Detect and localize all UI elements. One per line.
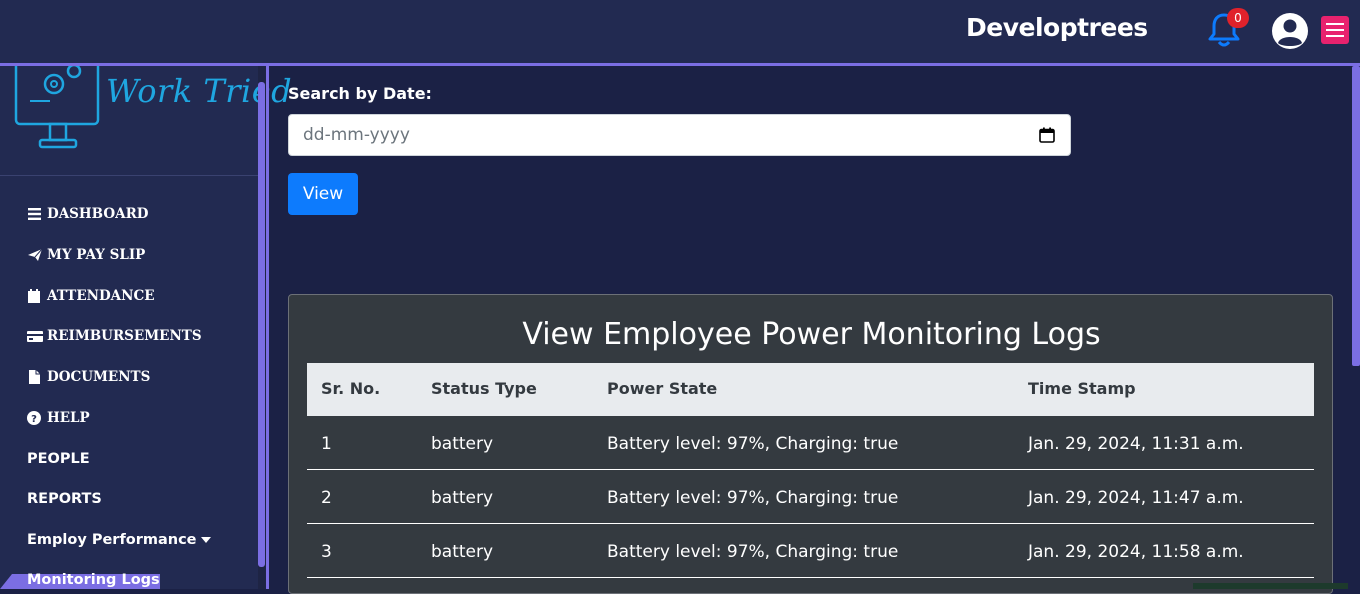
sidebar-item-help[interactable]: ? HELP	[27, 410, 90, 426]
sidebar-item-monitoring-logs[interactable]: Monitoring Logs	[27, 572, 160, 588]
logs-title: View Employee Power Monitoring Logs	[522, 317, 1101, 352]
top-navbar: Developtrees 0	[0, 0, 1360, 64]
sidebar-item-label: ATTENDANCE	[47, 288, 155, 304]
footer-edge	[1193, 583, 1348, 589]
date-input[interactable]: dd-mm-yyyy	[288, 114, 1071, 156]
sidebar-item-documents[interactable]: DOCUMENTS	[27, 369, 150, 385]
credit-card-icon	[27, 331, 43, 342]
sidebar-item-reimbursements[interactable]: REIMBURSEMENTS	[27, 328, 202, 344]
sidebar-divider	[0, 175, 258, 176]
sidebar-item-label: REPORTS	[27, 491, 102, 507]
column-header: Status Type	[431, 379, 537, 398]
table-cell: 3	[321, 542, 332, 562]
table-cell: battery	[431, 542, 494, 562]
paper-plane-icon	[28, 248, 43, 261]
brand-title: Developtrees	[966, 13, 1148, 42]
sidebar-item-label: PEOPLE	[27, 451, 90, 467]
column-header: Power State	[607, 379, 718, 398]
file-icon	[29, 370, 40, 384]
table-cell: 1	[321, 434, 332, 454]
search-by-date-label: Search by Date:	[288, 84, 432, 103]
view-button[interactable]: View	[288, 173, 358, 215]
sidebar-item-label: Monitoring Logs	[27, 572, 160, 588]
hamburger-menu-button[interactable]	[1321, 16, 1349, 44]
table-cell: Jan. 29, 2024, 11:47 a.m.	[1028, 488, 1244, 508]
sidebar-item-dashboard[interactable]: DASHBOARD	[27, 206, 149, 222]
date-placeholder: dd-mm-yyyy	[303, 125, 410, 145]
table-cell: Jan. 29, 2024, 11:58 a.m.	[1028, 542, 1244, 562]
table-cell: battery	[431, 488, 494, 508]
table-cell: Jan. 29, 2024, 11:31 a.m.	[1028, 434, 1244, 454]
table-cell: battery	[431, 434, 494, 454]
table-cell: Battery level: 97%, Charging: true	[607, 434, 899, 454]
table-cell: Battery level: 97%, Charging: true	[607, 542, 899, 562]
sidebar-item-my-pay-slip[interactable]: MY PAY SLIP	[27, 247, 145, 263]
bars-icon	[28, 208, 41, 220]
table-header: Sr. No. Status Type Power State Time Sta…	[307, 363, 1314, 416]
column-header: Sr. No.	[321, 379, 381, 398]
sidebar-item-reports[interactable]: REPORTS	[27, 491, 102, 507]
main-scrollbar-thumb[interactable]	[1352, 66, 1360, 366]
sidebar-item-label: HELP	[47, 410, 90, 426]
calendar-picker-icon[interactable]	[1039, 127, 1055, 143]
sidebar-item-people[interactable]: PEOPLE	[27, 451, 90, 467]
table-row: 2 battery Battery level: 97%, Charging: …	[307, 471, 1314, 524]
question-circle-icon: ?	[27, 411, 41, 425]
sidebar-item-label: MY PAY SLIP	[47, 247, 146, 263]
svg-text:?: ?	[31, 414, 37, 425]
table-row: 1 battery Battery level: 97%, Charging: …	[307, 417, 1314, 470]
sidebar-item-label: REIMBURSEMENTS	[47, 328, 202, 344]
sidebar-item-attendance[interactable]: ATTENDANCE	[27, 288, 155, 304]
sidebar-item-label: Employ Performance	[27, 532, 197, 548]
sidebar-item-label: DASHBOARD	[47, 206, 149, 222]
calendar-icon	[28, 289, 40, 303]
sidebar-scrollbar-thumb[interactable]	[258, 82, 265, 567]
table-row: 3 battery Battery level: 97%, Charging: …	[307, 525, 1314, 578]
table-cell: 2	[321, 488, 332, 508]
logs-card: View Employee Power Monitoring Logs Sr. …	[288, 294, 1333, 594]
sidebar-item-employ-performance[interactable]: Employ Performance	[27, 532, 211, 548]
caret-down-icon	[200, 537, 211, 543]
sidebar-item-label: DOCUMENTS	[47, 369, 151, 385]
user-avatar-icon[interactable]	[1271, 12, 1309, 50]
column-header: Time Stamp	[1028, 379, 1136, 398]
notification-count-badge: 0	[1227, 8, 1249, 28]
table-cell: Battery level: 97%, Charging: true	[607, 488, 899, 508]
